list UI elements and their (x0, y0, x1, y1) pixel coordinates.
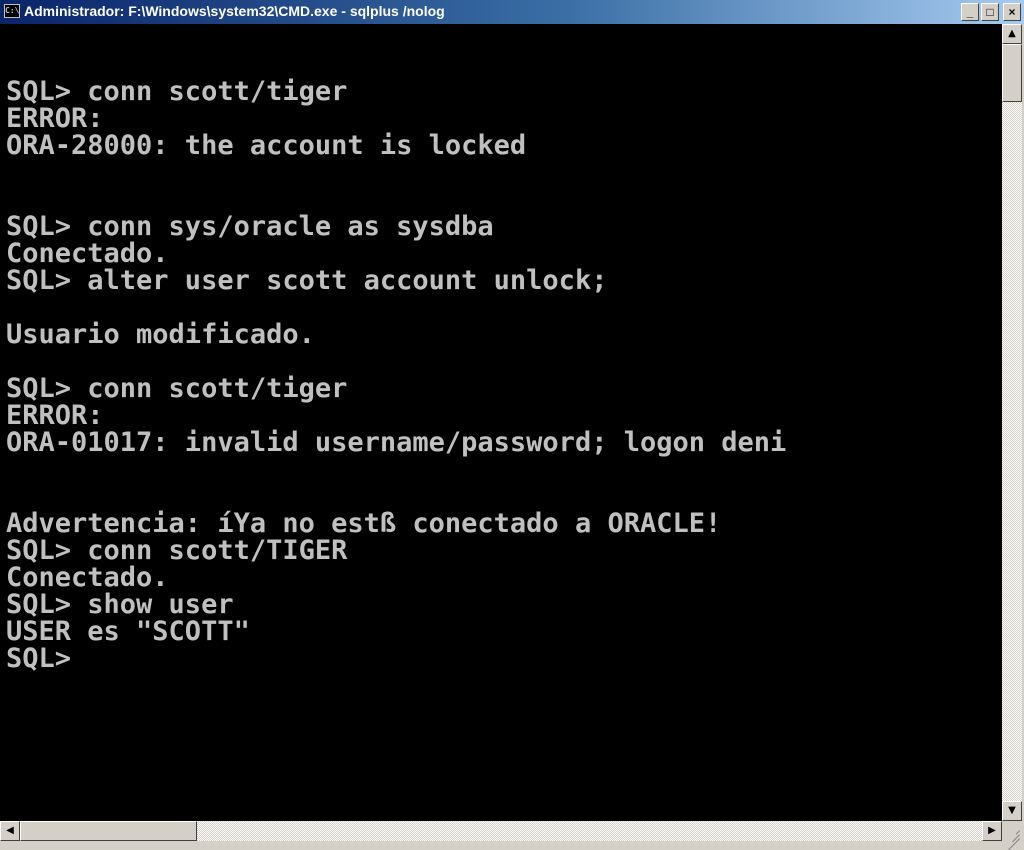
console-line: SQL> conn sys/oracle as sysdba (6, 211, 494, 242)
console-line: SQL> conn scott/tiger (6, 373, 348, 404)
vertical-scrollbar[interactable]: ▲ ▼ (1002, 24, 1022, 821)
console-line: ERROR: (6, 103, 104, 134)
close-button[interactable]: × (1003, 3, 1021, 21)
minimize-button[interactable]: _ (961, 3, 979, 21)
scroll-down-button[interactable]: ▼ (1002, 801, 1022, 821)
console-line: ERROR: (6, 400, 104, 431)
horizontal-scroll-thumb[interactable] (20, 821, 197, 841)
console-line: Conectado. (6, 562, 169, 593)
horizontal-scrollbar[interactable]: ◀ ▶ (0, 821, 1002, 841)
title-bar[interactable]: C:\ Administrador: F:\Windows\system32\C… (0, 0, 1024, 24)
console-line: USER es "SCOTT" (6, 616, 250, 647)
resize-grip-icon[interactable] (1002, 821, 1022, 850)
console-line: Conectado. (6, 238, 169, 269)
vertical-scroll-thumb[interactable] (1002, 44, 1022, 102)
console-line: Usuario modificado. (6, 319, 315, 350)
scroll-right-button[interactable]: ▶ (982, 821, 1002, 841)
console-output[interactable]: SQL> conn scott/tiger ERROR: ORA-28000: th… (0, 24, 1002, 821)
console-line: SQL> conn scott/tiger (6, 76, 348, 107)
scroll-left-button[interactable]: ◀ (0, 821, 20, 841)
console-line: SQL> show user (6, 589, 234, 620)
maximize-button[interactable]: □ (981, 3, 999, 21)
cmd-icon[interactable]: C:\ (4, 4, 20, 18)
console-line: SQL> (6, 643, 72, 674)
console-line: ORA-01017: invalid username/password; lo… (6, 427, 787, 458)
console-line: ORA-28000: the account is locked (6, 130, 527, 161)
window-title: Administrador: F:\Windows\system32\CMD.e… (24, 3, 445, 19)
console-line: Advertencia: íYa no estß conectado a ORA… (6, 508, 722, 539)
scroll-up-button[interactable]: ▲ (1002, 24, 1022, 44)
console-lines: SQL> conn scott/tiger ERROR: ORA-28000: th… (6, 78, 786, 672)
cmd-window: C:\ Administrador: F:\Windows\system32\C… (0, 0, 1024, 850)
console-line: SQL> conn scott/TIGER (6, 535, 348, 566)
console-line: SQL> alter user scott account unlock; (6, 265, 608, 296)
